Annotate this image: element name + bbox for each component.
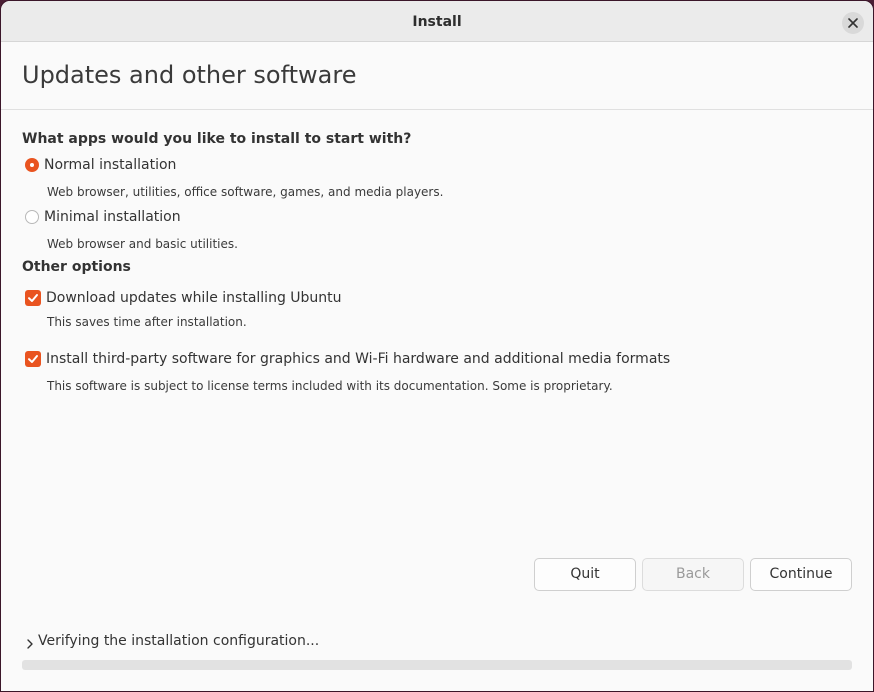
page-title: Updates and other software (22, 61, 357, 89)
radio-unselected-icon (25, 210, 39, 224)
installer-window: Install Updates and other software What … (0, 0, 874, 692)
normal-installation-radio[interactable]: Normal installation (25, 155, 176, 175)
normal-installation-label: Normal installation (44, 157, 177, 173)
minimal-installation-description: Web browser and basic utilities. (47, 237, 238, 251)
status-text: Verifying the installation configuration… (38, 633, 320, 649)
quit-button[interactable]: Quit (534, 558, 636, 591)
status-expander[interactable]: Verifying the installation configuration… (25, 631, 319, 651)
checkbox-checked-icon (25, 290, 41, 306)
normal-installation-description: Web browser, utilities, office software,… (47, 185, 444, 199)
header-divider (1, 109, 873, 110)
third-party-software-label: Install third-party software for graphic… (46, 351, 671, 367)
close-button[interactable] (842, 12, 864, 34)
minimal-installation-label: Minimal installation (44, 209, 181, 225)
checkbox-checked-icon (25, 351, 41, 367)
download-updates-label: Download updates while installing Ubuntu (46, 290, 342, 306)
download-updates-description: This saves time after installation. (47, 315, 247, 329)
progress-bar (22, 660, 852, 670)
download-updates-checkbox[interactable]: Download updates while installing Ubuntu (25, 288, 342, 308)
back-button[interactable]: Back (642, 558, 744, 591)
third-party-software-checkbox[interactable]: Install third-party software for graphic… (25, 349, 670, 369)
radio-selected-icon (25, 158, 39, 172)
title-bar: Install (1, 1, 873, 42)
chevron-right-icon (27, 639, 33, 649)
other-options-heading: Other options (22, 259, 131, 275)
third-party-software-description: This software is subject to license term… (47, 379, 613, 393)
continue-button[interactable]: Continue (750, 558, 852, 591)
minimal-installation-radio[interactable]: Minimal installation (25, 207, 181, 227)
install-type-heading: What apps would you like to install to s… (22, 131, 412, 147)
window-title: Install (412, 14, 462, 30)
close-icon (848, 18, 858, 28)
